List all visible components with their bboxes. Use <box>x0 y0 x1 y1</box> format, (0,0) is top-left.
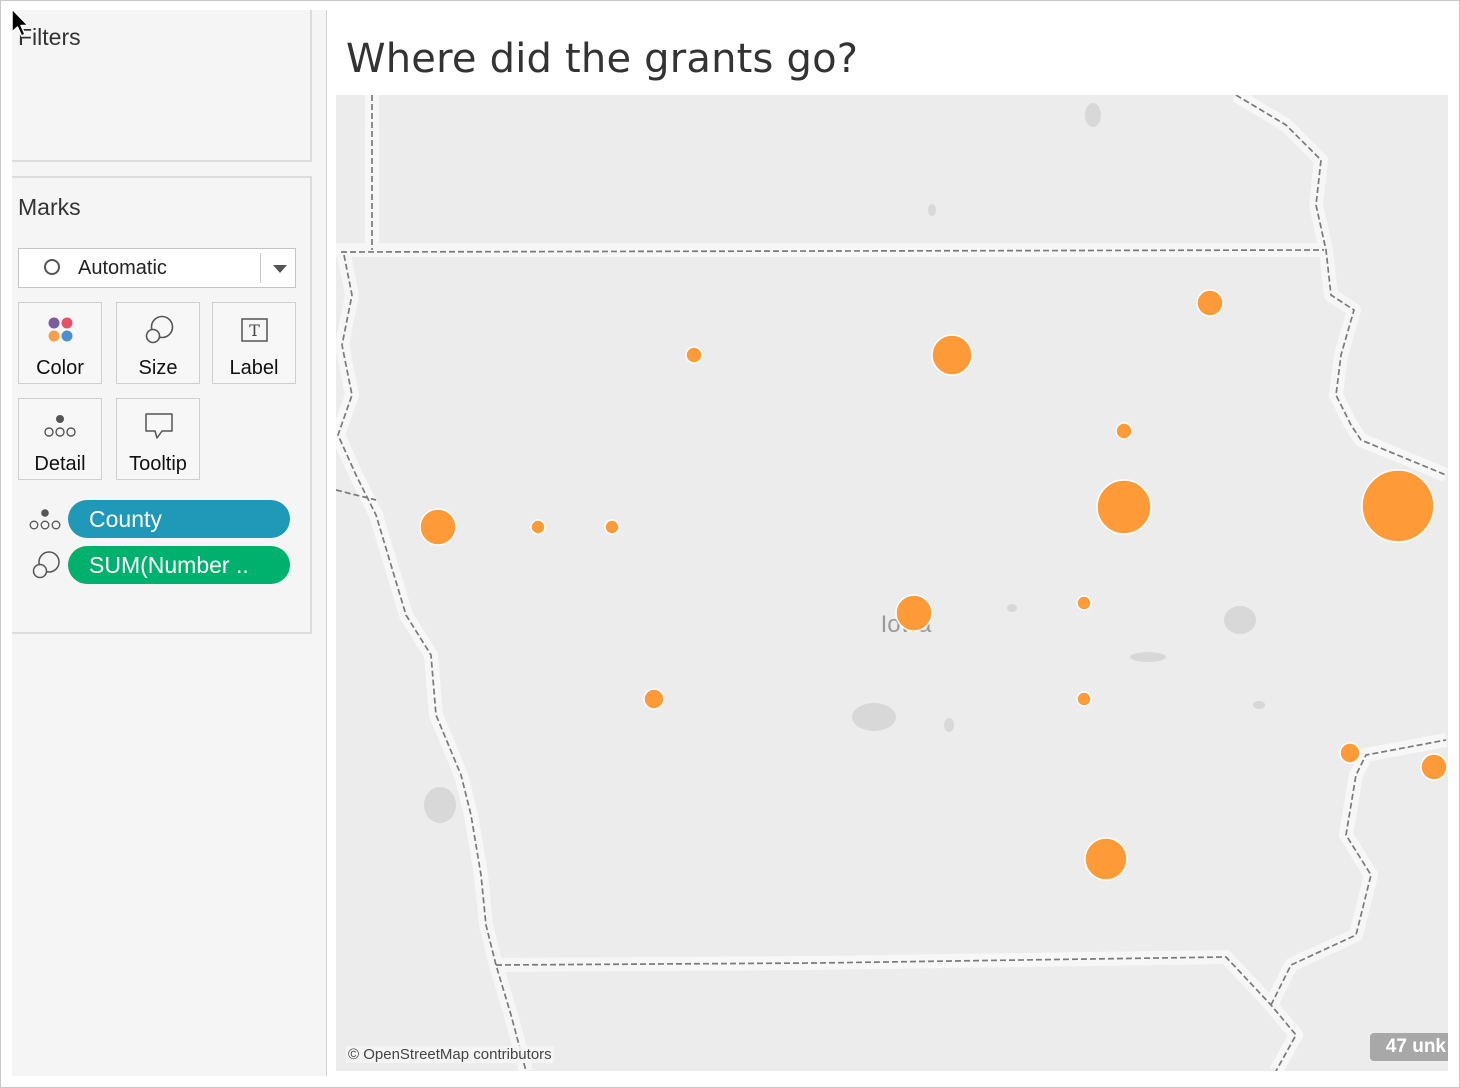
grant-county-mark[interactable] <box>685 346 703 364</box>
text-t-icon: T <box>213 315 295 345</box>
speech-bubble-icon <box>117 411 199 441</box>
mark-type-label: Automatic <box>78 257 167 279</box>
filters-shelf[interactable]: Filters <box>12 10 312 162</box>
grant-county-mark[interactable] <box>604 519 620 535</box>
detail-button[interactable]: Detail <box>18 398 102 480</box>
grant-county-mark[interactable] <box>1084 837 1128 881</box>
grant-county-mark[interactable] <box>931 334 973 376</box>
label-button[interactable]: T Label <box>212 302 296 384</box>
detail-dots-icon <box>19 411 101 441</box>
unknown-locations-indicator[interactable]: 47 unk <box>1369 1033 1448 1061</box>
color-button-label: Color <box>36 357 84 379</box>
grant-county-mark[interactable] <box>1339 742 1361 764</box>
grant-county-mark[interactable] <box>895 594 933 632</box>
map-view[interactable]: Iowa © OpenStreetMap contributors 47 unk <box>336 95 1448 1071</box>
chevron-down-icon[interactable] <box>273 265 287 273</box>
grant-county-mark[interactable] <box>1361 469 1435 543</box>
map-attribution[interactable]: © OpenStreetMap contributors <box>346 1046 554 1063</box>
map-canvas: Iowa <box>336 95 1448 1071</box>
grant-county-mark[interactable] <box>1196 289 1224 317</box>
detail-dots-icon <box>28 508 62 537</box>
grant-county-mark[interactable] <box>419 508 457 546</box>
grant-county-mark[interactable] <box>1115 422 1133 440</box>
grant-county-mark[interactable] <box>1420 753 1448 781</box>
sum-number-pill[interactable]: SUM(Number .. <box>68 546 290 584</box>
grant-county-mark[interactable] <box>1076 595 1092 611</box>
viz-title: Where did the grants go? <box>346 36 859 82</box>
size-button[interactable]: Size <box>116 302 200 384</box>
tooltip-button[interactable]: Tooltip <box>116 398 200 480</box>
svg-text:T: T <box>249 321 260 340</box>
grant-county-mark[interactable] <box>530 519 546 535</box>
grant-county-mark[interactable] <box>643 688 665 710</box>
size-button-label: Size <box>138 357 178 379</box>
marks-title: Marks <box>18 194 81 220</box>
tooltip-button-label: Tooltip <box>129 453 187 475</box>
dropdown-divider <box>260 253 261 283</box>
grant-county-mark[interactable] <box>1096 479 1152 535</box>
label-button-label: Label <box>229 357 279 379</box>
color-dots-icon <box>19 315 101 345</box>
size-circles-icon <box>30 550 62 585</box>
color-button[interactable]: Color <box>18 302 102 384</box>
size-circles-icon <box>117 315 199 345</box>
mouse-cursor-icon <box>11 8 29 37</box>
detail-button-label: Detail <box>34 453 86 475</box>
grant-county-mark[interactable] <box>1076 691 1092 707</box>
mark-type-dropdown[interactable]: Automatic <box>18 248 296 288</box>
marks-card: Marks Automatic Color Size T Label Detai… <box>12 176 312 634</box>
county-pill[interactable]: County <box>68 500 290 538</box>
circle-mark-icon <box>44 259 60 275</box>
shelves-panel: Filters Marks Automatic Color Size T Lab… <box>12 10 327 1076</box>
